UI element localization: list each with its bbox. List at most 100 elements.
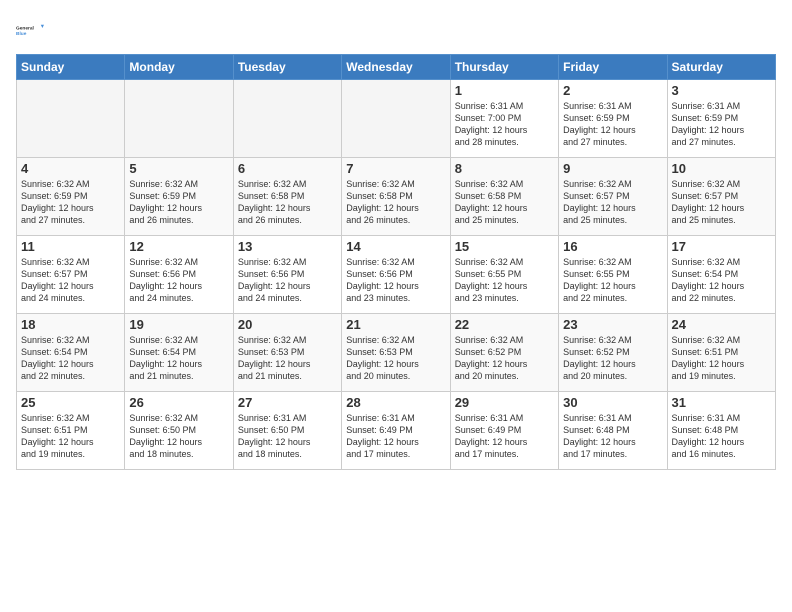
calendar-cell: 25Sunrise: 6:32 AM Sunset: 6:51 PM Dayli… xyxy=(17,392,125,470)
calendar-cell xyxy=(17,80,125,158)
day-number: 1 xyxy=(455,83,554,98)
header-tuesday: Tuesday xyxy=(233,55,341,80)
cell-info: Sunrise: 6:32 AM Sunset: 6:56 PM Dayligh… xyxy=(346,256,445,305)
cell-info: Sunrise: 6:31 AM Sunset: 6:48 PM Dayligh… xyxy=(563,412,662,461)
week-row-1: 1 Sunrise: 6:31 AM Sunset: 7:00 PM Daylig… xyxy=(17,80,776,158)
calendar-cell: 26 Sunrise: 6:32 AM Sunset: 6:50 PM Dayli… xyxy=(125,392,233,470)
day-number: 21 xyxy=(346,317,445,332)
calendar-cell: 28 Sunrise: 6:31 AM Sunset: 6:49 PM Dayli… xyxy=(342,392,450,470)
day-number: 10 xyxy=(672,161,771,176)
calendar-cell: 30 Sunrise: 6:31 AM Sunset: 6:48 PM Dayli… xyxy=(559,392,667,470)
calendar-cell: 16 Sunrise: 6:32 AM Sunset: 6:55 PM Dayli… xyxy=(559,236,667,314)
calendar-cell: 13 Sunrise: 6:32 AM Sunset: 6:56 PM Dayli… xyxy=(233,236,341,314)
day-number: 18 xyxy=(21,317,120,332)
calendar-cell: 31 Sunrise: 6:31 AM Sunset: 6:48 PM Dayli… xyxy=(667,392,775,470)
day-number: 16 xyxy=(563,239,662,254)
calendar-cell: 18 Sunrise: 6:32 AM Sunset: 6:54 PM Dayli… xyxy=(17,314,125,392)
calendar-table: SundayMondayTuesdayWednesdayThursdayFrid… xyxy=(16,54,776,470)
day-number: 5 xyxy=(129,161,228,176)
cell-info: Sunrise: 6:32 AM Sunset: 6:59 PM Dayligh… xyxy=(129,178,228,227)
cell-info: Sunrise: 6:32 AM Sunset: 6:58 PM Dayligh… xyxy=(346,178,445,227)
cell-info: Sunrise: 6:32 AM Sunset: 6:58 PM Dayligh… xyxy=(455,178,554,227)
day-number: 19 xyxy=(129,317,228,332)
calendar-cell: 14 Sunrise: 6:32 AM Sunset: 6:56 PM Dayli… xyxy=(342,236,450,314)
day-number: 8 xyxy=(455,161,554,176)
day-number: 30 xyxy=(563,395,662,410)
cell-info: Sunrise: 6:31 AM Sunset: 6:59 PM Dayligh… xyxy=(563,100,662,149)
calendar-cell: 29 Sunrise: 6:31 AM Sunset: 6:49 PM Dayli… xyxy=(450,392,558,470)
calendar-header-row: SundayMondayTuesdayWednesdayThursdayFrid… xyxy=(17,55,776,80)
calendar-cell: 17 Sunrise: 6:32 AM Sunset: 6:54 PM Dayli… xyxy=(667,236,775,314)
day-number: 29 xyxy=(455,395,554,410)
calendar-cell: 23 Sunrise: 6:32 AM Sunset: 6:52 PM Dayli… xyxy=(559,314,667,392)
week-row-5: 25Sunrise: 6:32 AM Sunset: 6:51 PM Dayli… xyxy=(17,392,776,470)
cell-info: Sunrise: 6:32 AM Sunset: 6:59 PM Dayligh… xyxy=(21,178,120,227)
calendar-cell: 5 Sunrise: 6:32 AM Sunset: 6:59 PM Daylig… xyxy=(125,158,233,236)
day-number: 11 xyxy=(21,239,120,254)
calendar-cell: 27Sunrise: 6:31 AM Sunset: 6:50 PM Dayli… xyxy=(233,392,341,470)
cell-info: Sunrise: 6:31 AM Sunset: 6:50 PM Dayligh… xyxy=(238,412,337,461)
cell-info: Sunrise: 6:31 AM Sunset: 6:49 PM Dayligh… xyxy=(455,412,554,461)
calendar-cell: 2 Sunrise: 6:31 AM Sunset: 6:59 PM Daylig… xyxy=(559,80,667,158)
cell-info: Sunrise: 6:32 AM Sunset: 6:57 PM Dayligh… xyxy=(563,178,662,227)
calendar-cell: 19 Sunrise: 6:32 AM Sunset: 6:54 PM Dayli… xyxy=(125,314,233,392)
cell-info: Sunrise: 6:32 AM Sunset: 6:56 PM Dayligh… xyxy=(129,256,228,305)
day-number: 17 xyxy=(672,239,771,254)
day-number: 31 xyxy=(672,395,771,410)
calendar-cell xyxy=(233,80,341,158)
header-friday: Friday xyxy=(559,55,667,80)
cell-info: Sunrise: 6:32 AM Sunset: 6:54 PM Dayligh… xyxy=(672,256,771,305)
cell-info: Sunrise: 6:32 AM Sunset: 6:53 PM Dayligh… xyxy=(238,334,337,383)
day-number: 20 xyxy=(238,317,337,332)
cell-info: Sunrise: 6:32 AM Sunset: 6:56 PM Dayligh… xyxy=(238,256,337,305)
calendar-cell: 20 Sunrise: 6:32 AM Sunset: 6:53 PM Dayli… xyxy=(233,314,341,392)
day-number: 24 xyxy=(672,317,771,332)
calendar-cell xyxy=(125,80,233,158)
cell-info: Sunrise: 6:31 AM Sunset: 6:49 PM Dayligh… xyxy=(346,412,445,461)
day-number: 26 xyxy=(129,395,228,410)
calendar-cell: 9 Sunrise: 6:32 AM Sunset: 6:57 PM Daylig… xyxy=(559,158,667,236)
calendar-cell: 8 Sunrise: 6:32 AM Sunset: 6:58 PM Daylig… xyxy=(450,158,558,236)
day-number: 28 xyxy=(346,395,445,410)
cell-info: Sunrise: 6:32 AM Sunset: 6:54 PM Dayligh… xyxy=(129,334,228,383)
header-wednesday: Wednesday xyxy=(342,55,450,80)
cell-info: Sunrise: 6:32 AM Sunset: 6:52 PM Dayligh… xyxy=(455,334,554,383)
calendar-cell: 12Sunrise: 6:32 AM Sunset: 6:56 PM Dayli… xyxy=(125,236,233,314)
calendar-cell: 4 Sunrise: 6:32 AM Sunset: 6:59 PM Daylig… xyxy=(17,158,125,236)
day-number: 7 xyxy=(346,161,445,176)
day-number: 6 xyxy=(238,161,337,176)
cell-info: Sunrise: 6:31 AM Sunset: 7:00 PM Dayligh… xyxy=(455,100,554,149)
cell-info: Sunrise: 6:32 AM Sunset: 6:57 PM Dayligh… xyxy=(21,256,120,305)
cell-info: Sunrise: 6:32 AM Sunset: 6:57 PM Dayligh… xyxy=(672,178,771,227)
day-number: 4 xyxy=(21,161,120,176)
header-saturday: Saturday xyxy=(667,55,775,80)
cell-info: Sunrise: 6:32 AM Sunset: 6:50 PM Dayligh… xyxy=(129,412,228,461)
calendar-cell: 15 Sunrise: 6:32 AM Sunset: 6:55 PM Dayli… xyxy=(450,236,558,314)
calendar-cell: 6 Sunrise: 6:32 AM Sunset: 6:58 PM Daylig… xyxy=(233,158,341,236)
header-sunday: Sunday xyxy=(17,55,125,80)
day-number: 23 xyxy=(563,317,662,332)
cell-info: Sunrise: 6:31 AM Sunset: 6:48 PM Dayligh… xyxy=(672,412,771,461)
cell-info: Sunrise: 6:32 AM Sunset: 6:58 PM Dayligh… xyxy=(238,178,337,227)
logo: General Blue xyxy=(16,16,44,44)
day-number: 13 xyxy=(238,239,337,254)
calendar-cell: 10 Sunrise: 6:32 AM Sunset: 6:57 PM Dayli… xyxy=(667,158,775,236)
cell-info: Sunrise: 6:32 AM Sunset: 6:55 PM Dayligh… xyxy=(563,256,662,305)
calendar-cell: 21 Sunrise: 6:32 AM Sunset: 6:53 PM Dayli… xyxy=(342,314,450,392)
day-number: 9 xyxy=(563,161,662,176)
cell-info: Sunrise: 6:32 AM Sunset: 6:53 PM Dayligh… xyxy=(346,334,445,383)
cell-info: Sunrise: 6:32 AM Sunset: 6:52 PM Dayligh… xyxy=(563,334,662,383)
calendar-cell xyxy=(342,80,450,158)
day-number: 2 xyxy=(563,83,662,98)
calendar-cell: 1 Sunrise: 6:31 AM Sunset: 7:00 PM Daylig… xyxy=(450,80,558,158)
day-number: 14 xyxy=(346,239,445,254)
calendar-cell: 11 Sunrise: 6:32 AM Sunset: 6:57 PM Dayli… xyxy=(17,236,125,314)
cell-info: Sunrise: 6:32 AM Sunset: 6:54 PM Dayligh… xyxy=(21,334,120,383)
calendar-cell: 7 Sunrise: 6:32 AM Sunset: 6:58 PM Daylig… xyxy=(342,158,450,236)
cell-info: Sunrise: 6:31 AM Sunset: 6:59 PM Dayligh… xyxy=(672,100,771,149)
day-number: 15 xyxy=(455,239,554,254)
day-number: 25 xyxy=(21,395,120,410)
calendar-cell: 22Sunrise: 6:32 AM Sunset: 6:52 PM Dayli… xyxy=(450,314,558,392)
cell-info: Sunrise: 6:32 AM Sunset: 6:55 PM Dayligh… xyxy=(455,256,554,305)
calendar-cell: 3Sunrise: 6:31 AM Sunset: 6:59 PM Daylig… xyxy=(667,80,775,158)
